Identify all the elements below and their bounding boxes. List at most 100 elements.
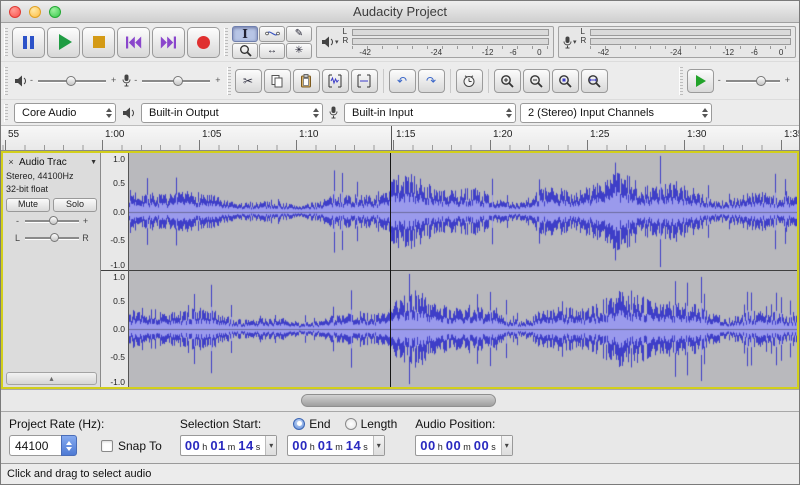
tools-grid: I ✎ ↔ ✳	[232, 25, 312, 59]
selection-tool-button[interactable]: I	[232, 25, 258, 42]
separator	[449, 68, 451, 93]
chevron-down-icon[interactable]: ▾	[372, 436, 384, 455]
snap-to-checkbox[interactable]	[101, 439, 113, 452]
vertical-ruler-left-channel[interactable]: 1.0 0.5 0.0 -0.5 -1.0	[101, 153, 128, 270]
playback-meter-bars[interactable]: L R -42 -24 -12 -6 0	[343, 28, 549, 57]
toolbar-grip[interactable]	[678, 66, 683, 95]
waveform-display[interactable]	[129, 153, 797, 387]
output-volume-groove[interactable]	[36, 73, 108, 89]
time-shift-icon: ↔	[267, 44, 277, 56]
project-rate-combo[interactable]: 44100	[9, 435, 77, 456]
pan-slider[interactable]: L R	[6, 231, 97, 246]
input-channels-select[interactable]: 2 (Stereo) Input Channels	[520, 102, 712, 123]
tools-toolbar: I ✎ ↔ ✳	[224, 25, 312, 59]
selection-start-label: Selection Start:	[179, 416, 262, 431]
recording-meter-bars[interactable]: L R -42 -24 -12 -6 0	[581, 28, 791, 57]
playback-speed-slider[interactable]: - +	[716, 73, 792, 89]
record-button[interactable]	[187, 26, 220, 58]
close-track-button[interactable]: ×	[6, 157, 16, 167]
copy-button[interactable]	[263, 68, 291, 93]
vertical-ruler-right-channel[interactable]: 1.0 0.5 0.0 -0.5 -1.0	[101, 271, 128, 387]
zoom-tool-button[interactable]	[232, 42, 258, 59]
waveform-right-channel[interactable]	[129, 271, 797, 387]
titlebar[interactable]: Audacity Project	[1, 1, 799, 23]
slider-thumb[interactable]	[172, 75, 183, 86]
collapse-track-button[interactable]: ▴	[6, 372, 97, 385]
length-radio-button[interactable]	[344, 417, 357, 430]
cut-button[interactable]: ✂	[234, 68, 262, 93]
track-name[interactable]: Audio Trac	[19, 157, 87, 168]
slider-thumb[interactable]	[48, 216, 58, 226]
silence-audio-button[interactable]	[350, 68, 378, 93]
toolbar-grip[interactable]	[4, 103, 8, 122]
solo-button[interactable]: Solo	[53, 197, 97, 212]
slider-thumb[interactable]	[50, 233, 60, 243]
gain-slider[interactable]: - +	[6, 214, 97, 229]
slider-thumb[interactable]	[66, 75, 77, 86]
time-shift-tool-button[interactable]: ↔	[259, 42, 285, 59]
project-rate-value[interactable]: 44100	[9, 435, 61, 456]
speed-groove[interactable]	[724, 73, 782, 89]
audio-position-field[interactable]: 00 h 00 m 00 s ▾	[415, 435, 513, 456]
scale-tick-label: -6	[509, 48, 517, 57]
minimize-window-button[interactable]	[29, 5, 41, 18]
project-rate-label: Project Rate (Hz):	[9, 416, 105, 431]
selection-end-field[interactable]: 00 h 01 m 14 s ▾	[287, 435, 385, 456]
recording-meter-menu[interactable]: ▾	[563, 36, 577, 49]
skip-to-end-button[interactable]	[152, 26, 185, 58]
audio-host-select[interactable]: Core Audio	[14, 102, 116, 123]
fit-project-button[interactable]	[580, 68, 608, 93]
recording-meter[interactable]: ▾ L R -42 -24 -12 -6 0	[558, 26, 796, 58]
output-device-select[interactable]: Built-in Output	[141, 102, 323, 123]
radio-end[interactable]: End	[293, 417, 331, 431]
redo-button[interactable]: ↷	[417, 68, 445, 93]
multi-tool-button[interactable]: ✳	[286, 42, 312, 59]
mute-button[interactable]: Mute	[6, 197, 50, 212]
play-at-speed-button[interactable]	[686, 68, 714, 93]
waveform-left-channel[interactable]	[129, 153, 797, 270]
radio-length[interactable]: Length	[344, 417, 397, 431]
updown-arrows-icon	[106, 107, 112, 118]
sync-lock-tracks-button[interactable]	[455, 68, 483, 93]
chevron-down-icon[interactable]: ▾	[265, 436, 277, 455]
timeline-label: 1:30	[684, 129, 706, 150]
timeline-ruler[interactable]: 55 1:00 1:05 1:10 1:15 1:20 1:25 1:30 1:…	[1, 125, 799, 151]
skip-to-start-icon	[126, 36, 142, 48]
play-button[interactable]	[47, 26, 80, 58]
zoom-window-button[interactable]	[49, 5, 61, 18]
slider-thumb[interactable]	[755, 75, 766, 86]
gain-groove[interactable]	[24, 215, 80, 227]
stop-button[interactable]	[82, 26, 115, 58]
track-menu-dropdown-icon[interactable]: ▼	[90, 159, 97, 166]
horizontal-scrollbar[interactable]	[1, 389, 799, 411]
toolbar-grip[interactable]	[224, 28, 228, 56]
zoom-out-button[interactable]	[522, 68, 550, 93]
skip-to-start-button[interactable]	[117, 26, 150, 58]
zoom-in-button[interactable]	[493, 68, 521, 93]
draw-tool-button[interactable]: ✎	[286, 25, 312, 42]
input-volume-groove[interactable]	[140, 73, 212, 89]
playback-meter[interactable]: ▾ L R -42 -24 -12 -6 0	[316, 26, 554, 58]
pan-groove[interactable]	[24, 232, 80, 244]
toolbar-grip[interactable]	[226, 66, 231, 95]
fit-selection-button[interactable]	[551, 68, 579, 93]
trim-audio-button[interactable]	[321, 68, 349, 93]
end-radio-button[interactable]	[293, 417, 306, 430]
toolbar-grip[interactable]	[4, 28, 8, 56]
undo-button[interactable]: ↶	[388, 68, 416, 93]
paste-button[interactable]	[292, 68, 320, 93]
playback-meter-menu[interactable]: ▾	[321, 36, 339, 48]
close-window-button[interactable]	[9, 5, 21, 18]
project-rate-stepper[interactable]	[61, 435, 77, 456]
vertical-ruler[interactable]: 1.0 0.5 0.0 -0.5 -1.0 1.0 0.5 0.0 -0.5 -…	[101, 153, 129, 387]
output-volume-slider[interactable]: - +	[12, 73, 118, 89]
input-volume-slider[interactable]: - +	[120, 73, 222, 89]
snap-to-control[interactable]: Snap To	[101, 439, 162, 453]
toolbar-grip[interactable]	[4, 66, 8, 95]
pause-button[interactable]	[12, 26, 45, 58]
envelope-tool-button[interactable]	[259, 25, 285, 42]
input-device-select[interactable]: Built-in Input	[344, 102, 516, 123]
chevron-down-icon[interactable]: ▾	[500, 436, 512, 455]
scrollbar-thumb[interactable]	[301, 394, 496, 407]
selection-start-field[interactable]: 00 h 01 m 14 s ▾	[179, 435, 278, 456]
